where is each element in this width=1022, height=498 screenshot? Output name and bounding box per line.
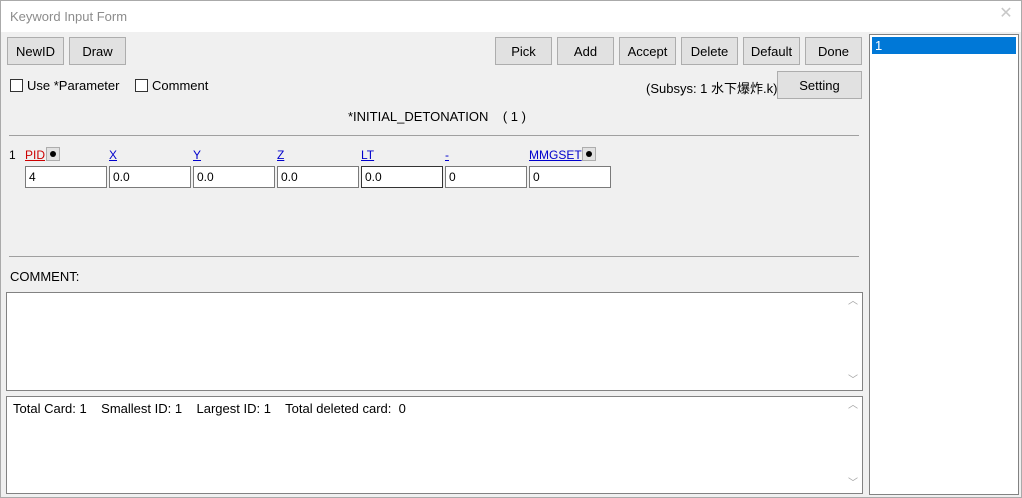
delete-button[interactable]: Delete	[681, 37, 738, 65]
comment-option-label: Comment	[152, 78, 209, 93]
y-input[interactable]	[193, 166, 275, 188]
setting-button[interactable]: Setting	[777, 71, 862, 99]
use-parameter-label: Use *Parameter	[27, 78, 120, 93]
pick-button[interactable]: Pick	[495, 37, 552, 65]
info-textarea[interactable]: Total Card: 1 Smallest ID: 1 Largest ID:…	[6, 396, 863, 494]
divider-bottom	[9, 256, 859, 257]
close-icon[interactable]: ✕	[999, 6, 1013, 22]
comment-checkbox[interactable]	[135, 79, 148, 92]
default-button[interactable]: Default	[743, 37, 800, 65]
list-item[interactable]: 1	[872, 37, 1016, 54]
use-parameter-option[interactable]: Use *Parameter	[10, 78, 119, 93]
id-list[interactable]: 1	[869, 34, 1019, 495]
done-button[interactable]: Done	[805, 37, 862, 65]
field-label-y[interactable]: Y	[193, 148, 201, 162]
scroll-up-icon[interactable]: ︿	[846, 400, 860, 412]
field-label-lt[interactable]: LT	[361, 148, 374, 162]
keyword-input-form-window: Keyword Input Form ✕ NewID Draw Pick Add…	[0, 0, 1022, 498]
scroll-down-icon[interactable]: ﹀	[846, 478, 860, 490]
draw-button[interactable]: Draw	[69, 37, 126, 65]
dot-icon	[586, 151, 592, 157]
accept-button[interactable]: Accept	[619, 37, 676, 65]
pid-pick-button[interactable]	[46, 147, 60, 161]
subsys-label: (Subsys: 1 水下爆炸.k)	[646, 81, 778, 96]
info-summary: Total Card: 1 Smallest ID: 1 Largest ID:…	[13, 401, 406, 416]
field-label-z[interactable]: Z	[277, 148, 284, 162]
field-label-pid[interactable]: PID	[25, 148, 45, 162]
add-button[interactable]: Add	[557, 37, 614, 65]
scroll-up-icon[interactable]: ︿	[846, 296, 860, 308]
mmgset-pick-button[interactable]	[582, 147, 596, 161]
field-label-dash[interactable]: -	[445, 148, 449, 162]
comment-label: COMMENT:	[10, 269, 80, 284]
pid-input[interactable]	[25, 166, 107, 188]
divider-top	[9, 135, 859, 136]
lt-input[interactable]	[361, 166, 443, 188]
card-row-number: 1	[9, 148, 16, 162]
dash-input[interactable]	[445, 166, 527, 188]
z-input[interactable]	[277, 166, 359, 188]
field-label-mmgset[interactable]: MMGSET	[529, 148, 582, 162]
use-parameter-checkbox[interactable]	[10, 79, 23, 92]
dot-icon	[50, 151, 56, 157]
field-label-x[interactable]: X	[109, 148, 117, 162]
comment-option[interactable]: Comment	[135, 78, 208, 93]
title-bar: Keyword Input Form ✕	[1, 1, 1021, 32]
newid-button[interactable]: NewID	[7, 37, 64, 65]
scroll-down-icon[interactable]: ﹀	[846, 375, 860, 387]
x-input[interactable]	[109, 166, 191, 188]
mmgset-input[interactable]	[529, 166, 611, 188]
window-title: Keyword Input Form	[10, 9, 128, 24]
keyword-title: *INITIAL_DETONATION ( 1 )	[348, 109, 526, 124]
comment-textarea[interactable]: ︿ ﹀	[6, 292, 863, 391]
